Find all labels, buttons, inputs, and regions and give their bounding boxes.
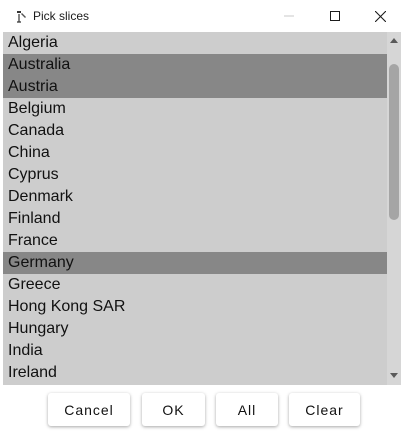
list-item[interactable]: France	[3, 230, 387, 252]
close-button[interactable]	[357, 0, 403, 32]
list-item[interactable]: Greece	[3, 274, 387, 296]
window-title: Pick slices	[33, 9, 90, 23]
title-bar[interactable]: Pick slices	[0, 0, 403, 32]
scroll-thumb[interactable]	[389, 64, 399, 220]
close-icon	[374, 10, 386, 22]
list-item[interactable]: Algeria	[3, 32, 387, 54]
list-item[interactable]: China	[3, 142, 387, 164]
minimize-button[interactable]	[266, 0, 312, 32]
scroll-down-arrow-icon[interactable]	[390, 373, 398, 378]
clear-button[interactable]: Clear	[289, 393, 360, 426]
list-item[interactable]: Germany	[3, 252, 387, 274]
scroll-up-arrow-icon[interactable]	[390, 38, 398, 43]
pick-slices-dialog: Pick slices Algeria Australia Austria Belgi…	[0, 0, 403, 433]
app-pen-icon	[17, 11, 26, 23]
ok-button[interactable]: OK	[142, 393, 205, 426]
vertical-scrollbar[interactable]	[387, 32, 401, 385]
list-item[interactable]: Finland	[3, 208, 387, 230]
minimize-icon	[284, 15, 294, 17]
all-button[interactable]: All	[216, 393, 278, 426]
list-item[interactable]: Hong Kong SAR	[3, 296, 387, 318]
maximize-button[interactable]	[312, 0, 358, 32]
list-item[interactable]: Ireland	[3, 362, 387, 384]
cancel-button[interactable]: Cancel	[48, 393, 130, 426]
list-item[interactable]: Denmark	[3, 186, 387, 208]
maximize-icon	[330, 11, 340, 21]
list-item[interactable]: India	[3, 340, 387, 362]
list-item[interactable]: Hungary	[3, 318, 387, 340]
list-item[interactable]: Australia	[3, 54, 387, 76]
button-bar: Cancel OK All Clear	[0, 385, 403, 433]
list-item[interactable]: Cyprus	[3, 164, 387, 186]
list-item[interactable]: Belgium	[3, 98, 387, 120]
slices-listbox[interactable]: Algeria Australia Austria Belgium Canada Chin…	[3, 32, 401, 385]
list-item[interactable]: Canada	[3, 120, 387, 142]
list-item[interactable]: Austria	[3, 76, 387, 98]
